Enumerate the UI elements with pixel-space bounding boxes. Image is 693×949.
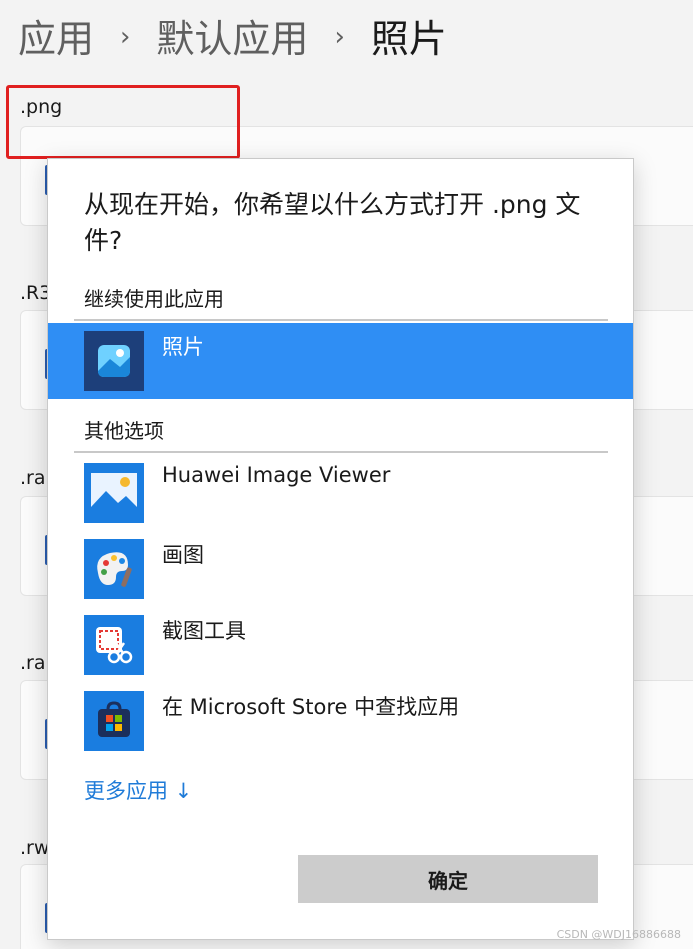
app-option-photos[interactable]: 照片 [48, 323, 633, 399]
section-label-other: 其他选项 [84, 419, 164, 443]
app-name: 在 Microsoft Store 中查找应用 [162, 695, 460, 719]
section-label-current: 继续使用此应用 [84, 287, 224, 311]
section-divider [74, 319, 608, 321]
breadcrumb-chevron-icon: › [334, 22, 345, 52]
breadcrumb-apps[interactable]: 应用 [18, 14, 94, 64]
open-with-dialog: 从现在开始，你希望以什么方式打开 .png 文件? 继续使用此应用 照片 其他选… [47, 158, 634, 940]
microsoft-store-icon [84, 691, 144, 751]
snipping-tool-icon [84, 615, 144, 675]
paint-icon [84, 539, 144, 599]
app-name: 照片 [162, 335, 204, 359]
extension-label-raf: .ra [20, 467, 46, 489]
photos-icon [84, 331, 144, 391]
app-name: 画图 [162, 543, 204, 567]
page-title: 照片 [370, 17, 447, 61]
dialog-title: 从现在开始，你希望以什么方式打开 .png 文件? [84, 190, 581, 255]
app-name: 截图工具 [162, 619, 246, 643]
app-option-huawei-image-viewer[interactable]: Huawei Image Viewer [48, 455, 633, 531]
more-apps-link[interactable]: 更多应用 ↓ [84, 775, 192, 805]
section-divider [74, 451, 608, 453]
breadcrumb-chevron-icon: › [120, 22, 131, 52]
extension-label-rw: .rw [20, 837, 50, 859]
huawei-image-viewer-icon [84, 463, 144, 523]
app-option-paint[interactable]: 画图 [48, 531, 633, 607]
ok-button[interactable]: 确定 [298, 855, 598, 903]
app-option-snipping-tool[interactable]: 截图工具 [48, 607, 633, 683]
breadcrumb: 应用 › 默认应用 › 照片 [18, 14, 447, 64]
app-name: Huawei Image Viewer [162, 463, 391, 487]
extension-label-raw: .ra [20, 652, 46, 674]
annotation-highlight-box [6, 85, 240, 159]
watermark: CSDN @WDJ16886688 [556, 928, 681, 941]
breadcrumb-default-apps[interactable]: 默认应用 [156, 14, 308, 64]
app-option-microsoft-store[interactable]: 在 Microsoft Store 中查找应用 [48, 683, 633, 759]
